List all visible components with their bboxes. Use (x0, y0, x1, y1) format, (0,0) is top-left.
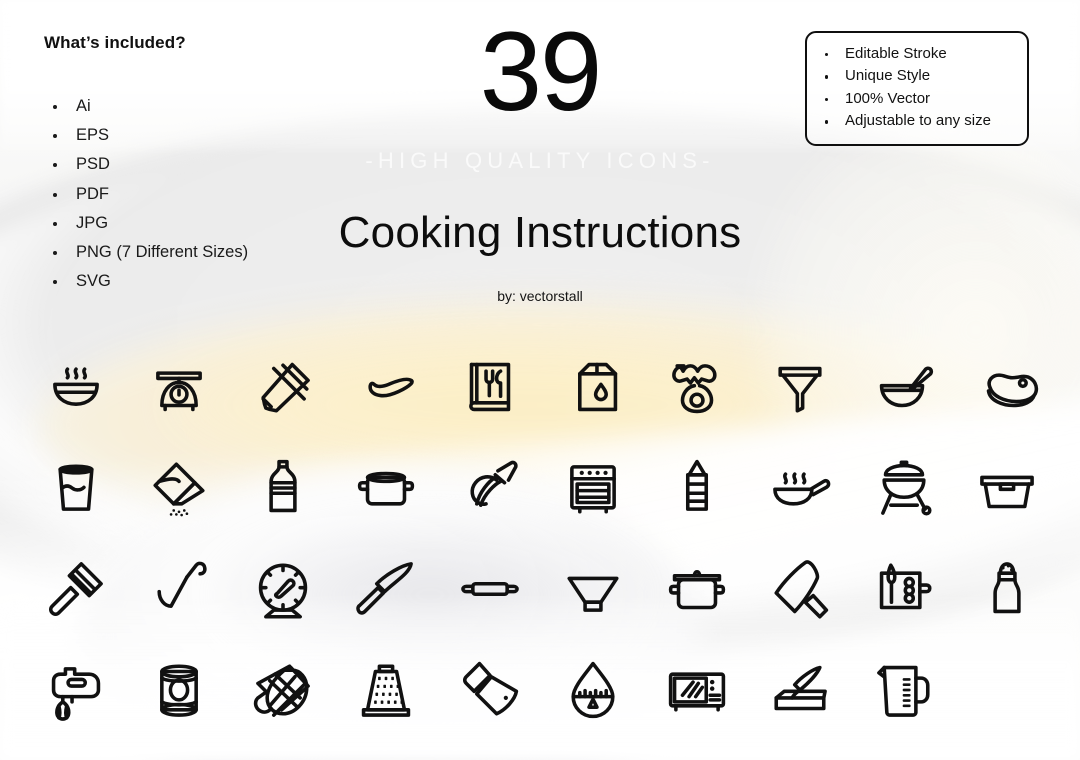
cracked-egg-icon[interactable] (645, 336, 749, 437)
list-item: Unique Style (819, 65, 1015, 87)
water-glass-icon[interactable] (24, 437, 128, 538)
salt-shaker-icon[interactable] (956, 538, 1060, 639)
hot-soup-bowl-icon[interactable] (24, 336, 128, 437)
bbq-grill-icon[interactable] (852, 437, 956, 538)
spoon-icon[interactable] (335, 336, 439, 437)
measuring-jug-icon[interactable] (852, 639, 956, 740)
whisk-icon[interactable] (438, 437, 542, 538)
features-box: Editable Stroke Unique Style 100% Vector… (805, 31, 1029, 146)
cleaver-icon[interactable] (438, 639, 542, 740)
list-item: 100% Vector (819, 88, 1015, 110)
grater-icon[interactable] (335, 639, 439, 740)
lidded-pot-icon[interactable] (645, 538, 749, 639)
spatula-icon[interactable] (24, 538, 128, 639)
list-item: Editable Stroke (819, 43, 1015, 65)
ladle-icon[interactable] (128, 538, 232, 639)
food-container-icon[interactable] (956, 437, 1060, 538)
oven-icon[interactable] (542, 437, 646, 538)
piping-bag-icon[interactable] (749, 538, 853, 639)
hand-mixer-icon[interactable] (24, 639, 128, 740)
page-title: Cooking Instructions (338, 208, 742, 257)
microwave-icon[interactable] (645, 639, 749, 740)
frying-pan-icon[interactable] (749, 437, 853, 538)
list-item: PDF (48, 180, 248, 209)
oven-mitt-icon[interactable] (231, 639, 335, 740)
sugar-packet-icon[interactable] (128, 437, 232, 538)
knife-board-icon[interactable] (749, 639, 853, 740)
sauce-bottle-icon[interactable] (645, 437, 749, 538)
chef-knife-icon[interactable] (335, 538, 439, 639)
cooking-pot-icon[interactable] (335, 437, 439, 538)
recipe-book-icon[interactable] (438, 336, 542, 437)
list-item: Adjustable to any size (819, 110, 1015, 132)
author-byline: by: vectorstall (497, 288, 583, 304)
mixing-bowl-spoon-icon[interactable] (852, 336, 956, 437)
kitchen-scale-icon[interactable] (128, 336, 232, 437)
water-bottle-icon[interactable] (231, 437, 335, 538)
funnel-icon[interactable] (749, 336, 853, 437)
icon-pack-preview: What’s included? Ai EPS PSD PDF JPG PNG … (0, 0, 1080, 760)
bowl-icon[interactable] (542, 538, 646, 639)
milk-carton-icon[interactable] (542, 336, 646, 437)
water-drop-measure-icon[interactable] (542, 639, 646, 740)
canned-food-icon[interactable] (128, 639, 232, 740)
steak-icon[interactable] (956, 336, 1060, 437)
kitchen-timer-icon[interactable] (231, 538, 335, 639)
quality-tagline: -HIGH QUALITY ICONS- (365, 148, 715, 173)
icon-grid (24, 336, 1059, 740)
rolling-pin-icon[interactable] (438, 538, 542, 639)
pencil-icon[interactable] (231, 336, 335, 437)
cutting-board-knife-icon[interactable] (852, 538, 956, 639)
